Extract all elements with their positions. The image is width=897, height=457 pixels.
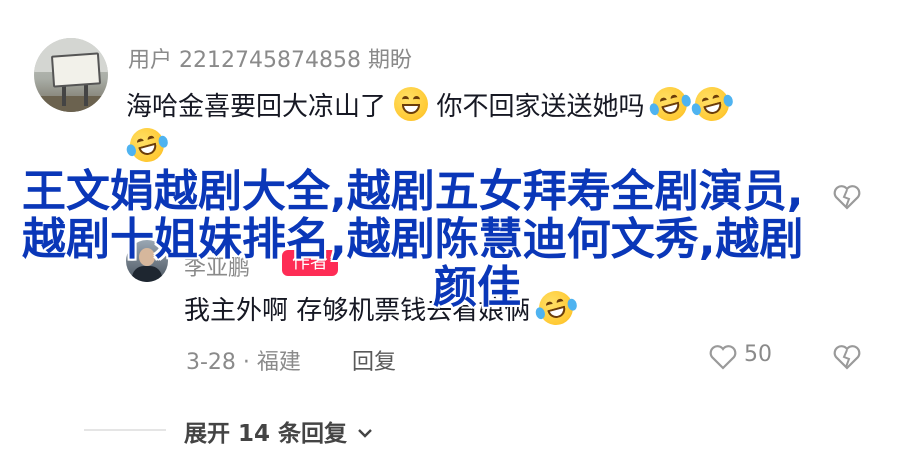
expand-replies-label: 展开 14 条回复	[184, 421, 348, 447]
comment-text: 海哈金喜要回大凉山了 你不回家送送她吗	[126, 83, 735, 125]
like-count: 50	[744, 342, 772, 367]
reply-button[interactable]: 回复	[352, 344, 396, 376]
laugh-tears-emoji-icon	[648, 83, 692, 125]
overlay-line-1: 王文娟越剧大全,越剧五女拜寿全剧演员,	[22, 166, 804, 217]
laugh-tears-emoji-icon	[690, 83, 735, 125]
expand-replies-button[interactable]: 展开 14 条回复	[184, 414, 375, 448]
reply-dislike-icon[interactable]	[832, 342, 862, 372]
like-heart-icon[interactable]	[708, 342, 738, 372]
comment-emoji-line	[125, 124, 170, 166]
comment-text-part2: 你不回家送送她吗	[436, 92, 645, 122]
laugh-tears-emoji-icon	[125, 124, 170, 166]
comment-text-part1: 海哈金喜要回大凉山了	[126, 92, 387, 122]
expand-divider	[84, 429, 166, 431]
commenter-avatar[interactable]	[34, 38, 108, 112]
overlay-title: 王文娟越剧大全,越剧五女拜寿全剧演员, 越剧十姐妹排名,越剧陈慧迪何文秀,越剧 …	[22, 168, 872, 312]
reply-date-location: 3-28 · 福建	[186, 350, 301, 375]
chevron-down-icon	[358, 429, 372, 438]
overlay-line-2: 越剧十姐妹排名,越剧陈慧迪何文秀,越剧	[22, 214, 804, 265]
overlay-line-3: 颜佳	[433, 262, 521, 313]
commenter-username[interactable]: 用户 2212745874858 期盼	[128, 42, 412, 74]
grin-emoji-icon	[394, 87, 429, 121]
